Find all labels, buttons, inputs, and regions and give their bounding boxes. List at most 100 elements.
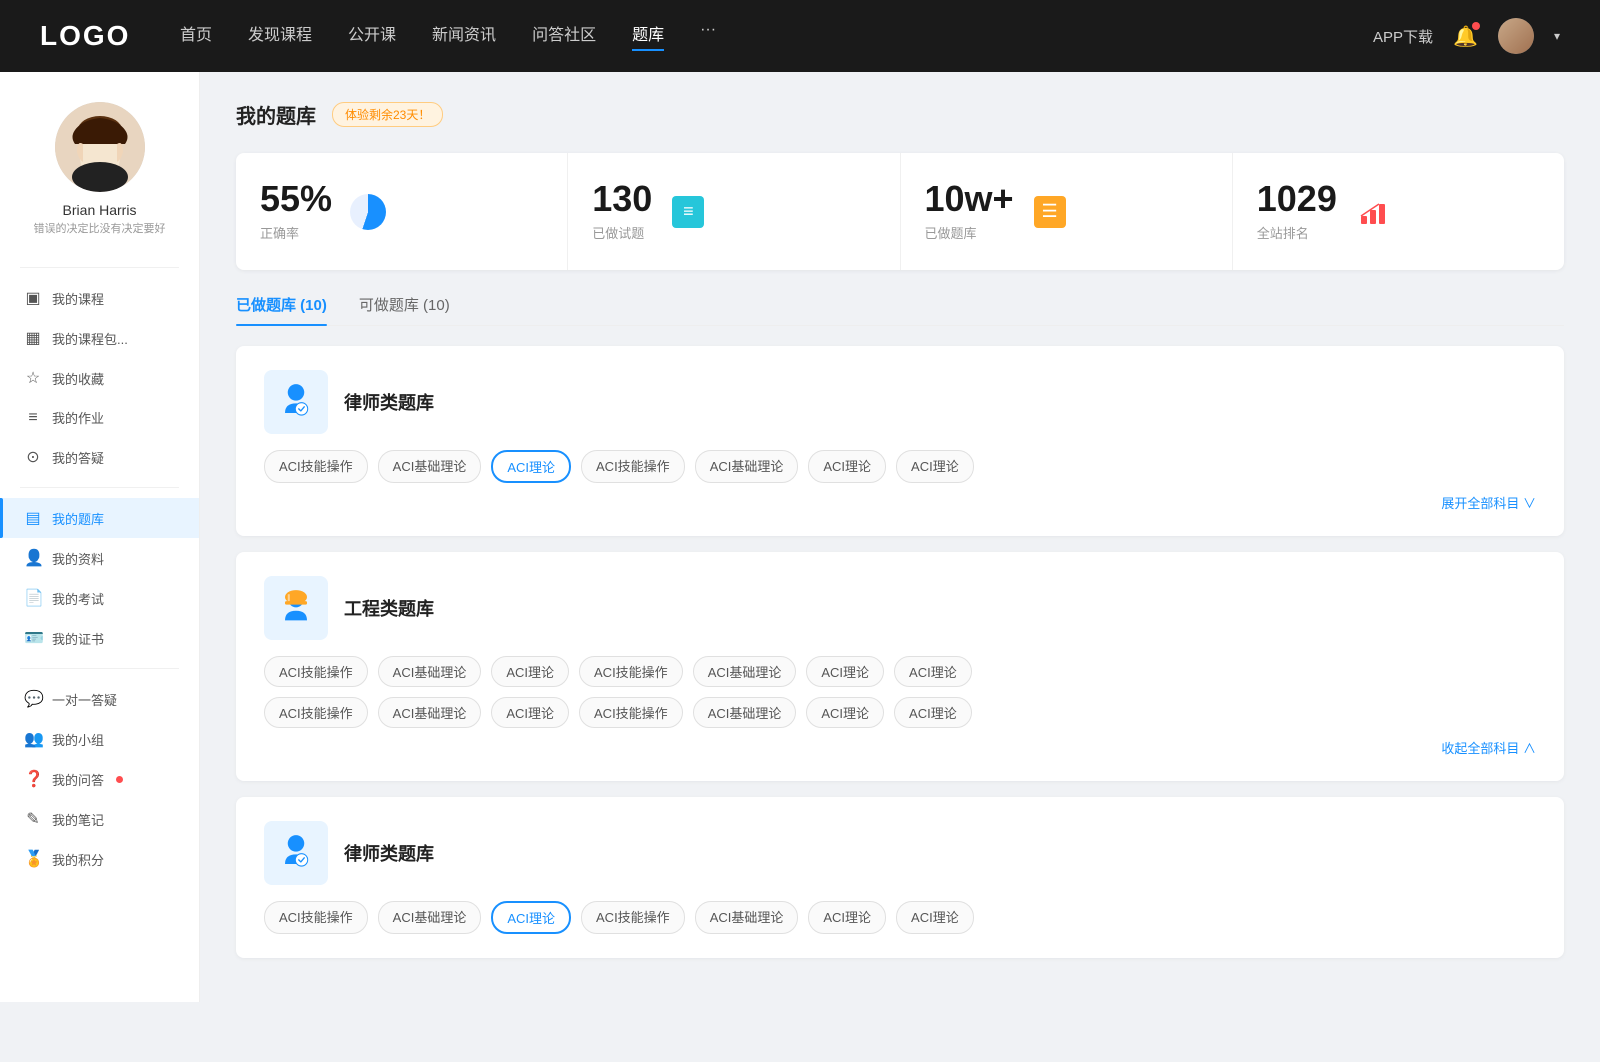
sidebar-user-name: Brian Harris	[63, 202, 137, 218]
my-course-icon: ▣	[24, 288, 42, 308]
sidebar-item-label: 一对一答疑	[52, 690, 117, 709]
bank-tag[interactable]: ACI技能操作	[579, 697, 683, 728]
nav-home[interactable]: 首页	[180, 21, 212, 51]
sidebar-item-my-qa[interactable]: ❓ 我的问答	[0, 759, 199, 799]
bank-tag-selected[interactable]: ACI理论	[491, 901, 571, 934]
qa-notification-dot	[116, 776, 123, 783]
bank-tag[interactable]: ACI理论	[894, 697, 972, 728]
bank-tag[interactable]: ACI技能操作	[579, 656, 683, 687]
nav-discover[interactable]: 发现课程	[248, 21, 312, 51]
bank-tag[interactable]: ACI基础理论	[378, 901, 482, 934]
sidebar-item-favorites[interactable]: ☆ 我的收藏	[0, 358, 199, 398]
engineer-bank-icon	[264, 576, 328, 640]
sidebar-item-label: 我的答疑	[52, 448, 104, 467]
bank-tag[interactable]: ACI基础理论	[378, 656, 482, 687]
sidebar-item-tutoring[interactable]: 💬 一对一答疑	[0, 679, 199, 719]
sidebar-item-points[interactable]: 🏅 我的积分	[0, 839, 199, 879]
sidebar-item-notes[interactable]: ✎ 我的笔记	[0, 799, 199, 839]
sidebar-item-certificate[interactable]: 🪪 我的证书	[0, 618, 199, 658]
app-download-link[interactable]: APP下载	[1373, 26, 1433, 47]
main-content: 我的题库 体验剩余23天！ 55% 正确率 130 已做试题 ≡	[200, 72, 1600, 1002]
bank-tag[interactable]: ACI技能操作	[581, 450, 685, 483]
bar-chart-icon	[1357, 196, 1389, 228]
bank-tag[interactable]: ACI基础理论	[378, 697, 482, 728]
bank-tag[interactable]: ACI技能操作	[581, 901, 685, 934]
list-teal-icon: ≡	[672, 196, 704, 228]
bank-tag[interactable]: ACI技能操作	[264, 656, 368, 687]
bank-tag[interactable]: ACI理论	[808, 901, 886, 934]
sidebar-item-course-pack[interactable]: ▦ 我的课程包...	[0, 318, 199, 358]
sidebar-item-label: 我的笔记	[52, 810, 104, 829]
sidebar-item-label: 我的小组	[52, 730, 104, 749]
bank-tag[interactable]: ACI理论	[896, 450, 974, 483]
stat-questions-done-text: 130 已做试题	[592, 181, 652, 242]
tutoring-icon: 💬	[24, 689, 42, 709]
layout: Brian Harris 错误的决定比没有决定要好 ▣ 我的课程 ▦ 我的课程包…	[0, 72, 1600, 1002]
stat-accuracy-label: 正确率	[260, 223, 332, 242]
avatar-chevron-icon[interactable]: ▾	[1554, 29, 1560, 43]
nav-question-bank[interactable]: 题库	[632, 21, 664, 51]
bank-collapse-button[interactable]: 收起全部科目 ∧	[264, 738, 1536, 757]
logo: LOGO	[40, 20, 140, 52]
bank-tags-engineer-row1: ACI技能操作 ACI基础理论 ACI理论 ACI技能操作 ACI基础理论 AC…	[264, 656, 1536, 687]
avatar[interactable]	[1498, 18, 1534, 54]
bank-tag[interactable]: ACI基础理论	[695, 450, 799, 483]
bank-tag[interactable]: ACI基础理论	[378, 450, 482, 483]
sidebar-divider-2	[20, 487, 179, 488]
nav-news[interactable]: 新闻资讯	[432, 21, 496, 51]
sidebar-item-my-course[interactable]: ▣ 我的课程	[0, 278, 199, 318]
bank-expand-button[interactable]: 展开全部科目 ∨	[264, 493, 1536, 512]
stat-banks-icon: ☰	[1030, 192, 1070, 232]
bank-card-title: 律师类题库	[344, 840, 434, 866]
points-icon: 🏅	[24, 849, 42, 869]
tab-available[interactable]: 可做题库 (10)	[359, 294, 450, 325]
list-orange-icon: ☰	[1034, 196, 1066, 228]
bank-tag[interactable]: ACI基础理论	[693, 697, 797, 728]
notes-icon: ✎	[24, 809, 42, 829]
stat-questions-done: 130 已做试题 ≡	[568, 153, 900, 270]
notification-bell[interactable]: 🔔	[1453, 24, 1478, 49]
sidebar-item-homework[interactable]: ≡ 我的作业	[0, 398, 199, 437]
sidebar-item-group[interactable]: 👥 我的小组	[0, 719, 199, 759]
bank-card-header: 律师类题库	[264, 370, 1536, 434]
sidebar-item-question-bank[interactable]: ▤ 我的题库	[0, 498, 199, 538]
sidebar-item-profile[interactable]: 👤 我的资料	[0, 538, 199, 578]
nav-more[interactable]: ···	[700, 21, 716, 51]
bank-tag[interactable]: ACI技能操作	[264, 450, 368, 483]
stat-accuracy-icon	[348, 192, 388, 232]
stat-ranking-icon	[1353, 192, 1393, 232]
sidebar-profile: Brian Harris 错误的决定比没有决定要好	[0, 102, 199, 257]
sidebar-item-exam[interactable]: 📄 我的考试	[0, 578, 199, 618]
bank-tag[interactable]: ACI理论	[894, 656, 972, 687]
sidebar-item-questions[interactable]: ⊙ 我的答疑	[0, 437, 199, 477]
bank-tag[interactable]: ACI基础理论	[695, 901, 799, 934]
bank-tag[interactable]: ACI理论	[491, 697, 569, 728]
group-icon: 👥	[24, 729, 42, 749]
nav-open-course[interactable]: 公开课	[348, 21, 396, 51]
trial-badge: 体验剩余23天！	[332, 102, 443, 127]
bank-tag[interactable]: ACI技能操作	[264, 901, 368, 934]
sidebar-item-label: 我的课程	[52, 289, 104, 308]
bank-tag[interactable]: ACI理论	[806, 656, 884, 687]
questions-icon: ⊙	[24, 447, 42, 467]
sidebar-item-label: 我的资料	[52, 549, 104, 568]
bank-tag[interactable]: ACI理论	[896, 901, 974, 934]
stats-row: 55% 正确率 130 已做试题 ≡ 10w+ 已做题库	[236, 153, 1564, 270]
nav-links: 首页 发现课程 公开课 新闻资讯 问答社区 题库 ···	[180, 21, 1333, 51]
stat-banks-done-text: 10w+ 已做题库	[925, 181, 1014, 242]
tab-done[interactable]: 已做题库 (10)	[236, 294, 327, 325]
bank-tag[interactable]: ACI技能操作	[264, 697, 368, 728]
sidebar-item-label: 我的考试	[52, 589, 104, 608]
sidebar-item-label: 我的问答	[52, 770, 104, 789]
sidebar-item-label: 我的课程包...	[52, 329, 128, 348]
bank-tag[interactable]: ACI基础理论	[693, 656, 797, 687]
navbar: LOGO 首页 发现课程 公开课 新闻资讯 问答社区 题库 ··· APP下载 …	[0, 0, 1600, 72]
bank-tag[interactable]: ACI理论	[806, 697, 884, 728]
sidebar-avatar	[55, 102, 145, 192]
bank-tag[interactable]: ACI理论	[491, 656, 569, 687]
bank-tag-selected[interactable]: ACI理论	[491, 450, 571, 483]
exam-icon: 📄	[24, 588, 42, 608]
bank-tag[interactable]: ACI理论	[808, 450, 886, 483]
nav-qa[interactable]: 问答社区	[532, 21, 596, 51]
homework-icon: ≡	[24, 409, 42, 427]
